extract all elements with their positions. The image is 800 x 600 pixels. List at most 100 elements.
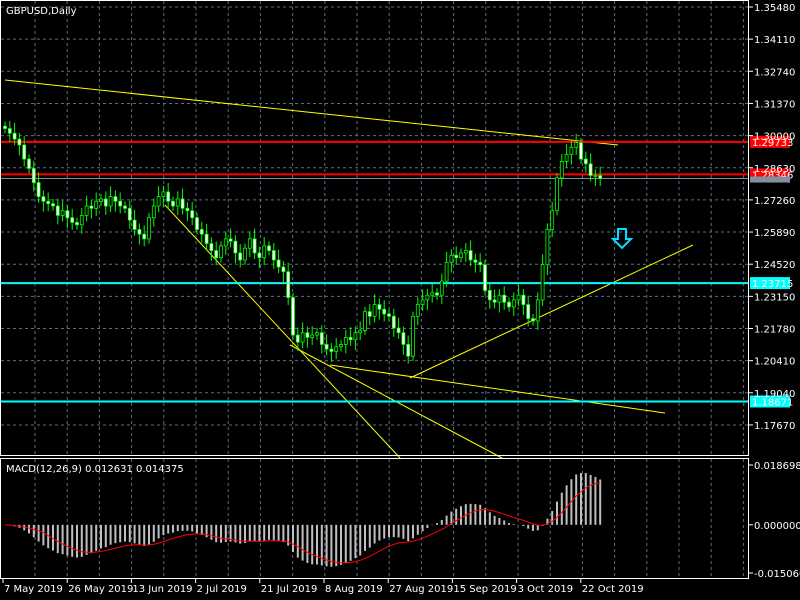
candle-body [468,250,473,261]
date-tick-label: 21 Jul 2019 [261,584,318,595]
candle-body [363,311,367,331]
price-tick-label: 1.25890 [754,228,795,239]
candle-body [439,280,444,296]
candle-body [180,198,185,209]
candle-body [171,200,175,207]
candle-body [449,254,454,263]
candle-body [334,346,339,352]
candle-body [252,238,257,254]
price-tick-label: 1.27260 [754,196,795,207]
horizontal-levels[interactable]: 1.297331.283461.237151.18671 [1,135,793,409]
level-price-label: 1.23715 [752,279,793,290]
candle-body [343,337,348,345]
date-tick-label: 15 Sep 2019 [453,584,516,595]
date-tick-label: 8 Aug 2019 [325,584,383,595]
candle-body [473,259,478,263]
date-tick-label: 22 Oct 2019 [582,584,644,595]
candle-body [329,348,334,352]
candle-body [233,240,238,254]
price-chart[interactable]: 1.297331.283461.237151.18671 0.0186980.0… [0,0,800,600]
trendline-support[interactable] [409,244,694,379]
candle-body [27,158,31,169]
candle-body [463,250,468,254]
candle-body [276,259,281,268]
trendline-lower[interactable] [329,364,666,414]
candle-body [324,344,329,350]
candle-body [113,196,118,202]
candle-body [545,229,550,266]
candle-body [430,292,435,296]
candle-body [94,200,99,209]
candle-body [478,261,483,266]
candle-body [487,290,492,301]
candle-body [204,233,209,244]
price-tick-label: 1.20410 [754,357,795,368]
candle-body [588,163,593,176]
candle-body [555,177,559,212]
candle-body [511,299,516,308]
candle-body [574,142,579,148]
macd-label: MACD(12,26,9) 0.012631 0.014375 [6,464,184,475]
macd-tick-label: 0.018698 [754,461,800,472]
candle-body [377,304,382,310]
candle-body [22,144,27,160]
candle-body [199,229,204,235]
candle-body [497,294,502,303]
trendline-upper-resistance[interactable] [4,79,619,146]
macd-panel: 0.018698 0.000000 -0.015060 [4,461,800,580]
candle-body [315,332,319,336]
candle-body [142,233,147,240]
candle-body [564,153,569,162]
candle-body [305,332,310,338]
candle-body [151,205,156,219]
candle-body [267,245,271,251]
candle-body [372,304,377,317]
date-tick-label: 27 Aug 2019 [389,584,453,595]
candle-body [223,238,228,247]
candle-body [219,245,223,259]
candle-body [425,294,430,301]
candle-body [238,252,243,261]
candle-body [415,304,420,317]
candle-body [492,299,497,303]
candle-body [401,332,406,345]
candle-body [535,299,540,322]
candle-body [190,210,195,219]
candle-body [387,313,391,317]
price-tick-label: 1.19040 [754,389,795,400]
price-tick-label: 1.35480 [754,3,795,14]
candle-body [262,245,267,259]
candle-body [435,292,439,296]
date-tick-label: 2 Jul 2019 [197,584,247,595]
price-tick-label: 1.17670 [754,421,795,432]
candle-body [36,182,41,198]
candle-body [483,264,487,291]
candle-body [281,266,286,273]
macd-tick-label: 0.000000 [754,521,800,532]
candle-body [156,196,161,207]
candle-body [12,132,17,140]
chart-title: GBPUSD,Daily [6,6,77,17]
candle-body [70,217,75,223]
macd-tick-label: -0.015060 [754,569,800,580]
candle-body [89,205,94,209]
candle-body [161,191,166,198]
candle-body [166,191,171,202]
candle-body [195,217,199,230]
candle-body [228,238,233,242]
candle-body [286,271,291,298]
candle-body [367,311,372,317]
price-tick-label: 1.34110 [754,35,795,46]
candle-body [17,138,22,146]
date-tick-label: 26 May 2019 [68,584,133,595]
candle-body [411,315,415,357]
candle-body [550,210,555,230]
candle-body [300,332,305,343]
price-tick-label: 1.28630 [754,164,795,175]
candle-body [75,222,79,226]
candle-body [521,294,526,305]
price-tick-label: 1.23150 [754,292,795,303]
candle-body [579,142,583,160]
grid [1,1,748,578]
candle-body [454,254,459,259]
